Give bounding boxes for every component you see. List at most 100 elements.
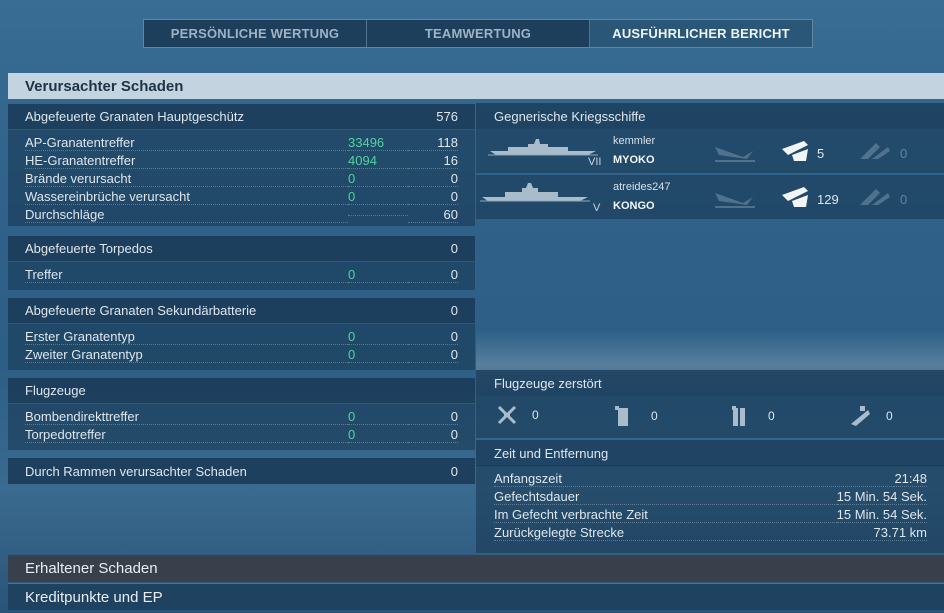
- planes-destroyed-label: Flugzeuge zerstört: [494, 375, 602, 391]
- ship-sunk-icon: [715, 147, 755, 162]
- stat-value: 0: [408, 329, 458, 345]
- secondary-battery-label: Abgefeuerte Granaten Sekundärbatterie: [25, 303, 257, 318]
- stat-damage: 0: [348, 427, 408, 443]
- stat-row: Zweiter Granatentyp 0 0: [8, 346, 475, 364]
- time-row: Im Gefecht verbrachte Zeit 15 Min. 54 Sek…: [476, 506, 944, 524]
- stat-row: Wassereinbrüche verursacht 0 0: [8, 188, 475, 206]
- credits-xp-section[interactable]: Kreditpunkte und EP: [8, 583, 944, 610]
- ship-sunk-icon: [715, 193, 755, 208]
- stat-row: Treffer 0 0: [8, 266, 475, 284]
- main-battery-group: Abgefeuerte Granaten Hauptgeschütz 576 A…: [8, 104, 475, 226]
- stat-value: 118: [408, 135, 458, 151]
- stat-label: Brände verursacht: [25, 171, 348, 187]
- stat-damage: 0: [348, 171, 408, 187]
- ramming-header: Durch Rammen verursachter Schaden 0: [8, 458, 475, 484]
- ramming-label: Durch Rammen verursachter Schaden: [25, 463, 247, 479]
- stat-label: Treffer: [25, 267, 348, 283]
- stat-damage: 0: [348, 267, 408, 283]
- tab-team-score[interactable]: TEAMWERTUNG: [367, 20, 590, 47]
- hit-torpedo-icon: [860, 189, 890, 205]
- time-distance-label: Zeit und Entfernung: [494, 445, 609, 461]
- stat-label: Bombendirekttreffer: [25, 409, 348, 425]
- stat-row: Brände verursacht 0 0: [8, 170, 475, 188]
- torpedoes-group: Abgefeuerte Torpedos 0 Treffer 0 0: [8, 236, 475, 290]
- aircraft-group: Flugzeuge Bombendirekttreffer 0 0 Torpedot…: [8, 378, 475, 450]
- bomber-icon: [615, 406, 628, 426]
- torpedoes-label: Abgefeuerte Torpedos: [25, 241, 153, 256]
- stat-value: 60: [408, 207, 458, 223]
- main-battery-header: Abgefeuerte Granaten Hauptgeschütz 576: [8, 104, 475, 130]
- stat-value: 0: [408, 189, 458, 205]
- planes-destroyed-header: Flugzeuge zerstört: [476, 370, 944, 396]
- time-label: Zurückgelegte Strecke: [494, 525, 874, 541]
- main-battery-value: 576: [436, 109, 458, 124]
- ship-silhouette-icon: [480, 183, 590, 202]
- stat-damage: 0: [348, 189, 408, 205]
- stat-damage: 0: [348, 347, 408, 363]
- ship-tier: V: [593, 202, 601, 214]
- stat-label: Zweiter Granatentyp: [25, 347, 348, 363]
- stat-label: Durchschläge: [25, 207, 348, 223]
- ramming-value: 0: [450, 463, 458, 479]
- hit-count: 129: [817, 192, 839, 207]
- stat-label: HE-Granatentreffer: [25, 153, 348, 169]
- plane-type: 0: [613, 404, 658, 428]
- torpedoes-header: Abgefeuerte Torpedos 0: [8, 236, 475, 262]
- time-value: 73.71 km: [873, 524, 927, 541]
- stat-value: 0: [408, 171, 458, 187]
- time-row: Zurückgelegte Strecke 73.71 km: [476, 524, 944, 542]
- secondary-battery-header: Abgefeuerte Granaten Sekundärbatterie 0: [8, 298, 475, 324]
- stat-row: HE-Granatentreffer 4094 16: [8, 152, 475, 170]
- tab-detailed-report[interactable]: AUSFÜHRLICHER BERICHT: [590, 20, 812, 47]
- aircraft-header: Flugzeuge: [8, 378, 475, 404]
- torpedo-bomber-icon: [732, 406, 745, 426]
- time-row: Anfangszeit 21:48: [476, 470, 944, 488]
- hit-count: 5: [817, 146, 825, 161]
- time-value: 15 Min. 54 Sek.: [836, 506, 927, 523]
- hit-torpedo-icon: [860, 143, 890, 159]
- fighter-icon: [497, 405, 517, 425]
- stat-label: Erster Granatentyp: [25, 329, 348, 345]
- stat-row: Durchschläge 60: [8, 206, 475, 224]
- plane-type: 0: [730, 404, 775, 428]
- damage-received-label: Erhaltener Schaden: [25, 560, 158, 577]
- tab-personal-score[interactable]: PERSÖNLICHE WERTUNG: [144, 20, 367, 47]
- stat-label: Wassereinbrüche verursacht: [25, 189, 348, 205]
- damage-stats-column: Abgefeuerte Granaten Hauptgeschütz 576 A…: [8, 101, 475, 485]
- ship-name: KONGO: [613, 200, 655, 212]
- time-label: Im Gefecht verbrachte Zeit: [494, 507, 837, 523]
- credits-xp-label: Kreditpunkte und EP: [25, 588, 163, 606]
- ship-tier: VII: [588, 156, 602, 168]
- enemy-ships-label: Gegnerische Kriegsschiffe: [494, 108, 646, 124]
- hit-shell-icon: [782, 141, 808, 161]
- torpedoes-value: 0: [450, 241, 458, 256]
- time-label: Gefechtsdauer: [494, 489, 837, 505]
- time-distance-header: Zeit und Entfernung: [476, 440, 944, 466]
- time-distance-rows: Anfangszeit 21:48 Gefechtsdauer 15 Min. 54…: [476, 465, 944, 553]
- stat-label: AP-Granatentreffer: [25, 135, 348, 151]
- enemy-ship-row[interactable]: VII kemmler MYOKO 5 0: [476, 129, 944, 173]
- damage-received-section[interactable]: Erhaltener Schaden: [8, 555, 944, 582]
- stat-damage: 0: [348, 329, 408, 345]
- time-value: 15 Min. 54 Sek.: [836, 488, 927, 505]
- stat-row: Torpedotreffer 0 0: [8, 426, 475, 444]
- plane-type: 0: [848, 404, 893, 428]
- stat-value: 16: [408, 153, 458, 169]
- ramming-group: Durch Rammen verursachter Schaden 0: [8, 458, 475, 484]
- enemy-ship-row[interactable]: V atreides247 KONGO 129 0: [476, 175, 944, 219]
- hit-shell-icon: [782, 187, 808, 207]
- stat-damage: [348, 214, 408, 216]
- secondary-battery-group: Abgefeuerte Granaten Sekundärbatterie 0 …: [8, 298, 475, 370]
- aircraft-label: Flugzeuge: [25, 383, 86, 398]
- ship-name: MYOKO: [613, 154, 655, 166]
- plane-type: 0: [496, 404, 539, 426]
- dive-bomber-icon: [851, 406, 870, 426]
- stat-value: 0: [408, 409, 458, 425]
- plane-count: 0: [886, 409, 893, 423]
- stat-damage: 0: [348, 409, 408, 425]
- damage-dealt-header[interactable]: Verursachter Schaden: [8, 73, 944, 99]
- plane-count: 0: [651, 409, 658, 423]
- torpedo-hit-count: 0: [900, 192, 908, 207]
- time-value: 21:48: [894, 470, 927, 487]
- time-row: Gefechtsdauer 15 Min. 54 Sek.: [476, 488, 944, 506]
